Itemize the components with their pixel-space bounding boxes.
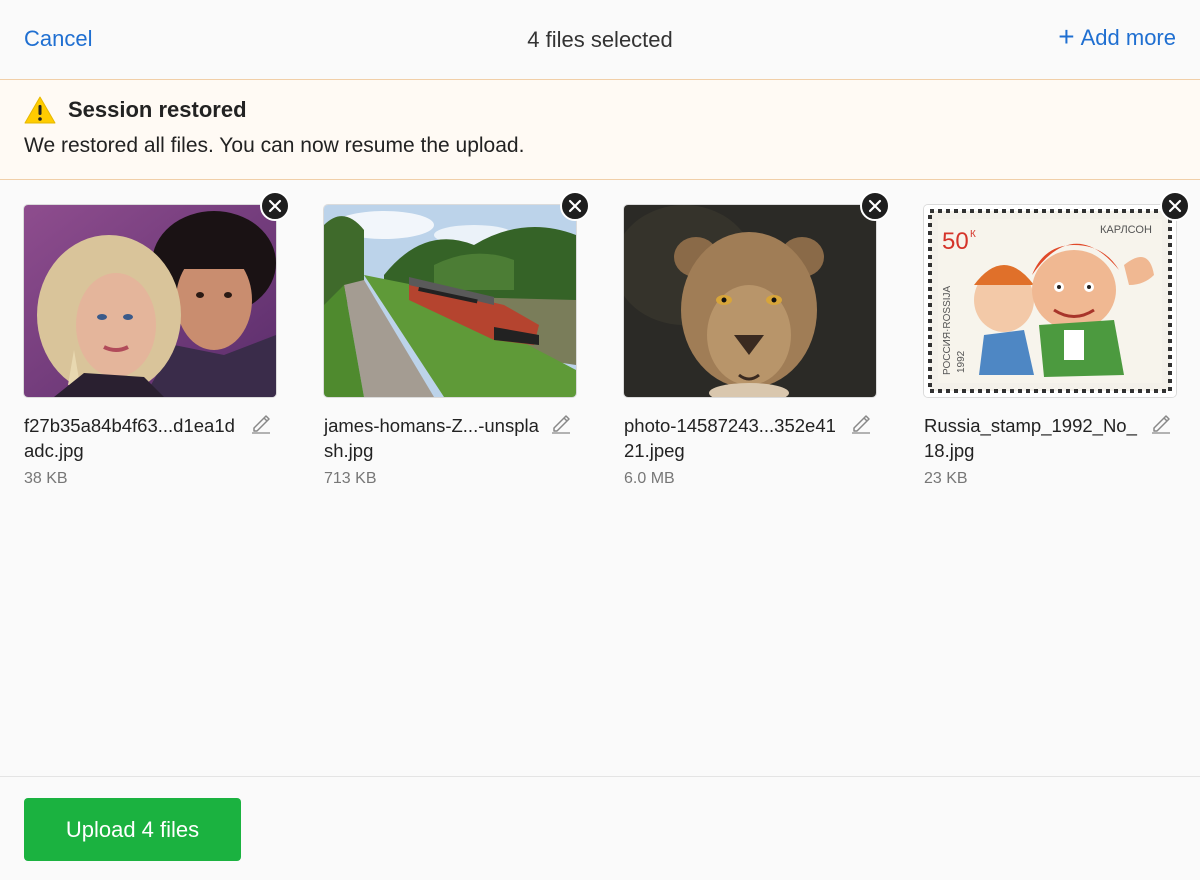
pencil-icon[interactable] [850, 412, 872, 434]
cancel-button[interactable]: Cancel [24, 26, 92, 52]
footer-bar: Upload 4 files [0, 776, 1200, 880]
stamp-value: 50 [942, 228, 969, 255]
file-name: Russia_stamp_1992_No_18.jpg [924, 415, 1137, 461]
portrait-couple-image [24, 205, 276, 397]
close-icon [268, 199, 282, 213]
close-icon [568, 199, 582, 213]
russian-stamp-image: 50 К КАРЛСОН РОССИЯ·ROSSIJA 1992 [924, 205, 1176, 397]
pencil-icon[interactable] [550, 412, 572, 434]
file-size: 23 KB [924, 470, 968, 487]
lioness-image [624, 205, 876, 397]
page-title: 4 files selected [527, 27, 673, 52]
file-name: f27b35a84b4f63...d1ea1dadc.jpg [24, 415, 235, 461]
file-size: 6.0 MB [624, 470, 675, 487]
plus-icon: + [1058, 20, 1075, 52]
close-icon [868, 199, 882, 213]
pencil-icon[interactable] [250, 412, 272, 434]
banner-message: We restored all files. You can now resum… [24, 134, 525, 157]
remove-file-button[interactable] [560, 191, 590, 221]
pencil-icon[interactable] [1150, 412, 1172, 434]
warning-icon [24, 96, 56, 124]
canal-boat-image [324, 205, 576, 397]
remove-file-button[interactable] [860, 191, 890, 221]
file-name: photo-14587243...352e4121.jpeg [624, 415, 836, 461]
remove-file-button[interactable] [260, 191, 290, 221]
add-more-button[interactable]: + Add more [1058, 20, 1176, 52]
close-icon [1168, 199, 1182, 213]
banner-title: Session restored [68, 97, 247, 122]
stamp-value-unit: К [970, 229, 976, 240]
stamp-country: РОССИЯ·ROSSIJA [942, 285, 953, 375]
upload-button[interactable]: Upload 4 files [24, 798, 241, 861]
file-thumbnail [324, 205, 576, 397]
file-thumbnail [24, 205, 276, 397]
top-bar: Cancel 4 files selected + Add more [0, 0, 1200, 80]
remove-file-button[interactable] [1160, 191, 1190, 221]
stamp-year: 1992 [956, 350, 967, 373]
file-name: james-homans-Z...-unsplash.jpg [324, 415, 539, 461]
file-size: 38 KB [24, 470, 68, 487]
stamp-caption: КАРЛСОН [1100, 224, 1152, 236]
add-more-label: Add more [1080, 25, 1176, 50]
session-restored-banner: Session restored We restored all files. … [0, 80, 1200, 180]
file-size: 713 KB [324, 470, 377, 487]
banner-header: Session restored [24, 96, 247, 124]
file-thumbnail [624, 205, 876, 397]
file-thumbnail: 50 К КАРЛСОН РОССИЯ·ROSSIJA 1992 [924, 205, 1176, 397]
